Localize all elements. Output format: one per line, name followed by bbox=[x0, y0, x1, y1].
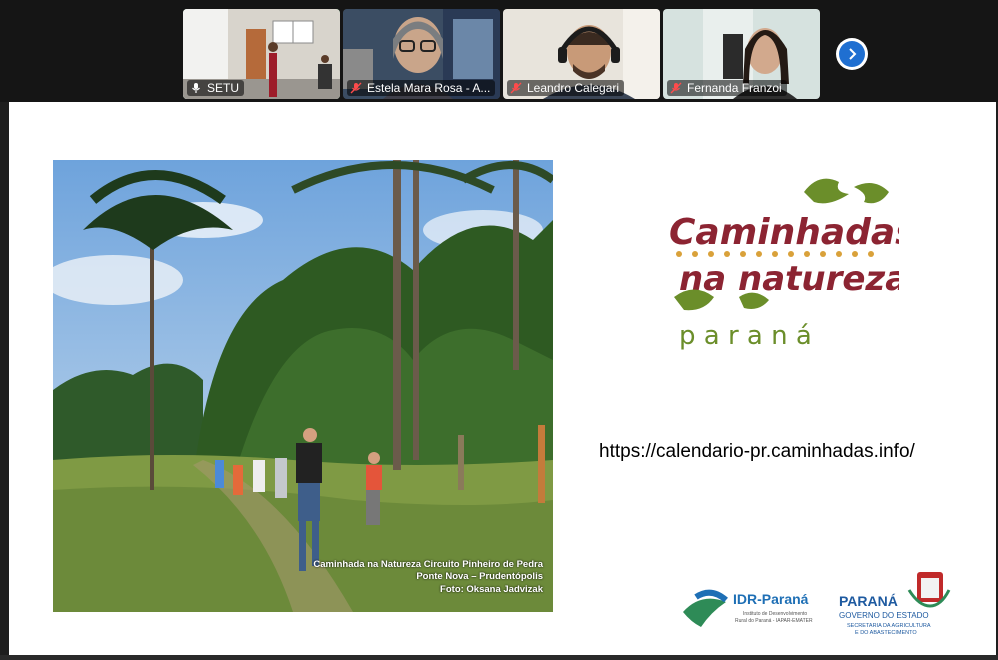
logo-line-1: Caminhadas bbox=[669, 212, 899, 253]
parana-sec-2: E DO ABASTECIMENTO bbox=[855, 630, 917, 636]
participant-name-bar: Fernanda Franzoi bbox=[667, 80, 787, 96]
next-button-circle bbox=[839, 41, 865, 67]
trail-photo: Caminhada na Natureza Circuito Pinheiro … bbox=[53, 160, 553, 612]
participant-name: Fernanda Franzoi bbox=[687, 81, 782, 95]
participant-name-bar: SETU bbox=[187, 80, 245, 96]
participant-tile-fernanda[interactable]: Fernanda Franzoi bbox=[663, 9, 820, 99]
trail-photo-image bbox=[53, 160, 553, 612]
participant-name: SETU bbox=[207, 81, 240, 95]
caption-line-3: Foto: Oksana Jadvizak bbox=[440, 583, 543, 595]
event-url[interactable]: https://calendario-pr.caminhadas.info/ bbox=[599, 441, 915, 463]
parana-sec-1: SECRETARIA DA AGRICULTURA bbox=[847, 623, 931, 629]
parana-government-logo: PARANÁ GOVERNO DO ESTADO SECRETARIA DA A… bbox=[839, 572, 951, 636]
idr-name: IDR-Paraná bbox=[733, 591, 809, 607]
shared-screen-slide: Caminhada na Natureza Circuito Pinheiro … bbox=[9, 102, 996, 655]
participant-name: Leandro Calegari bbox=[527, 81, 620, 95]
next-participants-button[interactable] bbox=[836, 38, 868, 70]
caminhadas-logo: Caminhadas na natureza p a r a n á bbox=[669, 178, 899, 351]
participant-tile-estela[interactable]: Estela Mara Rosa - A... bbox=[343, 9, 500, 99]
microphone-muted-icon bbox=[670, 82, 682, 94]
logo-line-2: na natureza bbox=[679, 259, 899, 299]
microphone-muted-icon bbox=[350, 82, 362, 94]
participant-name-bar: Estela Mara Rosa - A... bbox=[347, 80, 496, 96]
idr-sub-2: Rural do Paraná - IAPAR-EMATER bbox=[735, 618, 813, 624]
participant-tile-leandro[interactable]: Leandro Calegari bbox=[503, 9, 660, 99]
participant-name: Estela Mara Rosa - A... bbox=[367, 81, 491, 95]
participant-tile-setu[interactable]: SETU bbox=[183, 9, 340, 99]
window-bottom-edge bbox=[0, 655, 998, 660]
parana-name: PARANÁ bbox=[839, 593, 898, 609]
chevron-right-icon bbox=[849, 48, 857, 60]
microphone-muted-icon bbox=[510, 82, 522, 94]
participant-name-bar: Leandro Calegari bbox=[507, 80, 625, 96]
microphone-icon bbox=[192, 83, 200, 93]
idr-sub-1: Instituto de Desenvolvimento bbox=[743, 611, 807, 617]
idr-parana-logo: IDR-Paraná Instituto de Desenvolvimento … bbox=[683, 589, 813, 627]
caption-line-1: Caminhada na Natureza Circuito Pinheiro … bbox=[313, 558, 543, 570]
participant-strip: SETU Estela Mara Rosa - A... Leandro Cal… bbox=[0, 0, 998, 102]
logo-line-3: p a r a n á bbox=[679, 321, 812, 351]
parana-gov: GOVERNO DO ESTADO bbox=[839, 611, 929, 620]
caption-line-2: Ponte Nova – Prudentópolis bbox=[416, 571, 543, 582]
photo-caption: Caminhada na Natureza Circuito Pinheiro … bbox=[313, 559, 543, 597]
